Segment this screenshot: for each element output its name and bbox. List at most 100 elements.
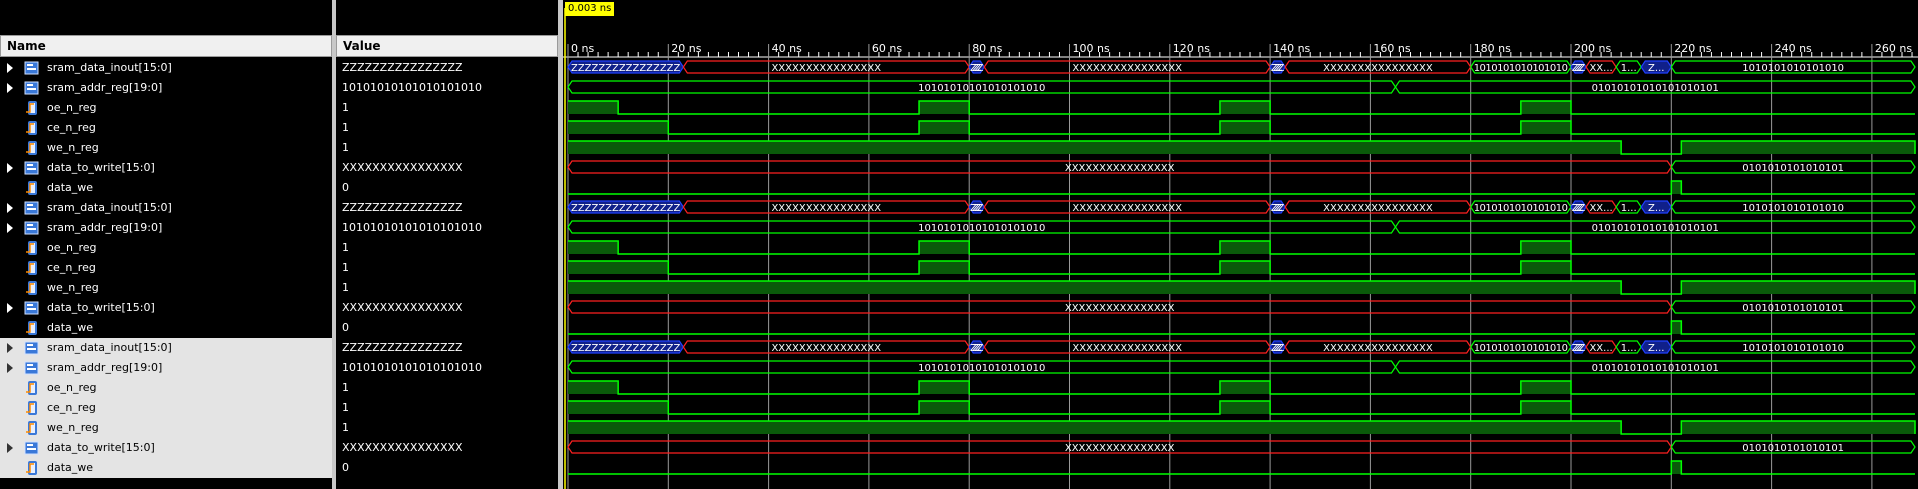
expand-arrow-icon[interactable] [7, 83, 13, 93]
signal-name[interactable]: we_n_reg [47, 278, 99, 298]
bus-segment-label: ZZZZZZZZZZZZZZZZ [571, 63, 680, 74]
signal-value: 10101010101010101010 [342, 221, 482, 234]
signal-name[interactable]: data_to_write[15:0] [47, 438, 155, 458]
signal-name[interactable]: sram_data_inout[15:0] [47, 198, 172, 218]
expand-arrow-icon[interactable] [7, 223, 13, 233]
signal-value: ZZZZZZZZZZZZZZZZ [342, 61, 463, 74]
bit-high-fill [1520, 241, 1571, 254]
signal-name[interactable]: ce_n_reg [47, 118, 96, 138]
signal-row[interactable]: sram_data_inout[15:0] [0, 338, 332, 358]
signal-row[interactable]: ce_n_reg [0, 118, 332, 138]
bit-high-fill [1681, 421, 1915, 434]
signal-name[interactable]: oe_n_reg [47, 238, 97, 258]
time-tick-label: 20 ns [671, 42, 701, 55]
bus-segment-label: ZZZZZZZZZZZZZZZZ [571, 203, 680, 214]
signal-name[interactable]: oe_n_reg [47, 98, 97, 118]
signal-name[interactable]: we_n_reg [47, 418, 99, 438]
expand-arrow-icon[interactable] [7, 443, 13, 453]
signal-name[interactable]: data_we [47, 318, 93, 338]
signal-row[interactable]: ce_n_reg [0, 258, 332, 278]
signal-row[interactable]: data_to_write[15:0] [0, 158, 332, 178]
bit-waveform [568, 460, 1915, 475]
signal-row[interactable]: we_n_reg [0, 278, 332, 298]
signal-row[interactable]: we_n_reg [0, 138, 332, 158]
bus-segment-label: ZZZZ... [970, 203, 984, 214]
time-tick-label: 100 ns [1073, 42, 1110, 55]
signal-name[interactable]: we_n_reg [47, 138, 99, 158]
signal-row[interactable]: data_we [0, 458, 332, 478]
bus-segment-label: XX... [1589, 343, 1612, 354]
signal-value: 0 [342, 321, 349, 334]
time-tick-label: 180 ns [1474, 42, 1511, 55]
signal-row[interactable]: data_to_write[15:0] [0, 298, 332, 318]
bit-waveform [568, 180, 1915, 195]
signal-name[interactable]: sram_addr_reg[19:0] [47, 358, 162, 378]
bit-icon [24, 380, 40, 396]
value-column-header[interactable]: Value [336, 35, 558, 57]
signal-value: 1 [342, 381, 349, 394]
expand-arrow-icon[interactable] [7, 363, 13, 373]
expand-arrow-icon[interactable] [7, 343, 13, 353]
bus-segment-label: 10101010101010101010 [918, 83, 1045, 94]
signal-value: XXXXXXXXXXXXXXXX [342, 161, 463, 174]
bit-high-fill [1219, 121, 1271, 134]
signal-value: XXXXXXXXXXXXXXXX [342, 441, 463, 454]
signal-row[interactable]: sram_data_inout[15:0] [0, 58, 332, 78]
signal-row[interactable]: oe_n_reg [0, 238, 332, 258]
signal-value: 1 [342, 141, 349, 154]
bus-segment-label: 01010101010101010101 [1592, 83, 1719, 94]
signal-row[interactable]: data_to_write[15:0] [0, 438, 332, 458]
bus-segment-label: XXXXXXXXXXXXXXXX [1065, 163, 1175, 174]
signal-row[interactable]: sram_addr_reg[19:0] [0, 218, 332, 238]
bus-segment-label: XXXXXXXXXXXXXXXX [1065, 443, 1175, 454]
expand-arrow-icon[interactable] [7, 163, 13, 173]
bit-high-fill [1520, 261, 1571, 274]
bit-high-fill [1671, 181, 1682, 194]
bit-high-fill [1219, 261, 1271, 274]
expand-arrow-icon[interactable] [7, 303, 13, 313]
bit-high-fill [1681, 141, 1915, 154]
signal-row[interactable]: sram_addr_reg[19:0] [0, 358, 332, 378]
signal-row[interactable]: ce_n_reg [0, 398, 332, 418]
signal-value: ZZZZZZZZZZZZZZZZ [342, 341, 463, 354]
bus-segment-label: ZZZZ... [970, 343, 984, 354]
signal-name[interactable]: data_to_write[15:0] [47, 298, 155, 318]
bit-high-fill [568, 141, 1622, 154]
bit-high-fill [568, 281, 1622, 294]
signal-name[interactable]: data_we [47, 178, 93, 198]
signal-name[interactable]: ce_n_reg [47, 258, 96, 278]
signal-name[interactable]: ce_n_reg [47, 398, 96, 418]
signal-row[interactable]: oe_n_reg [0, 378, 332, 398]
time-tick-label: 140 ns [1273, 42, 1310, 55]
cursor-time-label[interactable]: 0.003 ns [565, 2, 615, 16]
time-tick-label: 220 ns [1674, 42, 1711, 55]
bus-segment-label: ZZZZ... [1572, 63, 1586, 74]
signal-name[interactable]: data_we [47, 458, 93, 478]
name-column-header[interactable]: Name [0, 35, 332, 57]
signal-name[interactable]: oe_n_reg [47, 378, 97, 398]
bus-segment-label: 0101010101010101 [1742, 443, 1844, 454]
signal-row[interactable]: sram_addr_reg[19:0] [0, 78, 332, 98]
waveform-pane[interactable]: 0 ns 20 ns 40 ns 60 ns 80 ns 100 ns 120 ns 140 … [563, 0, 1918, 489]
signal-row[interactable]: data_we [0, 178, 332, 198]
bit-icon [24, 140, 40, 156]
signal-row[interactable]: oe_n_reg [0, 98, 332, 118]
signal-name[interactable]: sram_addr_reg[19:0] [47, 78, 162, 98]
signal-row[interactable]: data_we [0, 318, 332, 338]
signal-name[interactable]: sram_data_inout[15:0] [47, 58, 172, 78]
bit-high-fill [1219, 401, 1271, 414]
bus-segment-label: XXXXXXXXXXXXXXXX [1072, 203, 1182, 214]
signal-row[interactable]: sram_data_inout[15:0] [0, 198, 332, 218]
signal-value: ZZZZZZZZZZZZZZZZ [342, 201, 463, 214]
expand-arrow-icon[interactable] [7, 203, 13, 213]
bus-segment-label: XXXXXXXXXXXXXXXX [771, 63, 881, 74]
bus-icon [24, 200, 40, 216]
signal-name[interactable]: sram_data_inout[15:0] [47, 338, 172, 358]
waveform-canvas[interactable]: 0 ns 20 ns 40 ns 60 ns 80 ns 100 ns 120 ns 140 … [563, 0, 1918, 489]
signal-name[interactable]: sram_addr_reg[19:0] [47, 218, 162, 238]
signal-row[interactable]: we_n_reg [0, 418, 332, 438]
expand-arrow-icon[interactable] [7, 63, 13, 73]
bus-icon [24, 360, 40, 376]
value-pane: Value ZZZZZZZZZZZZZZZZ 101010101010101010… [336, 0, 558, 489]
signal-name[interactable]: data_to_write[15:0] [47, 158, 155, 178]
